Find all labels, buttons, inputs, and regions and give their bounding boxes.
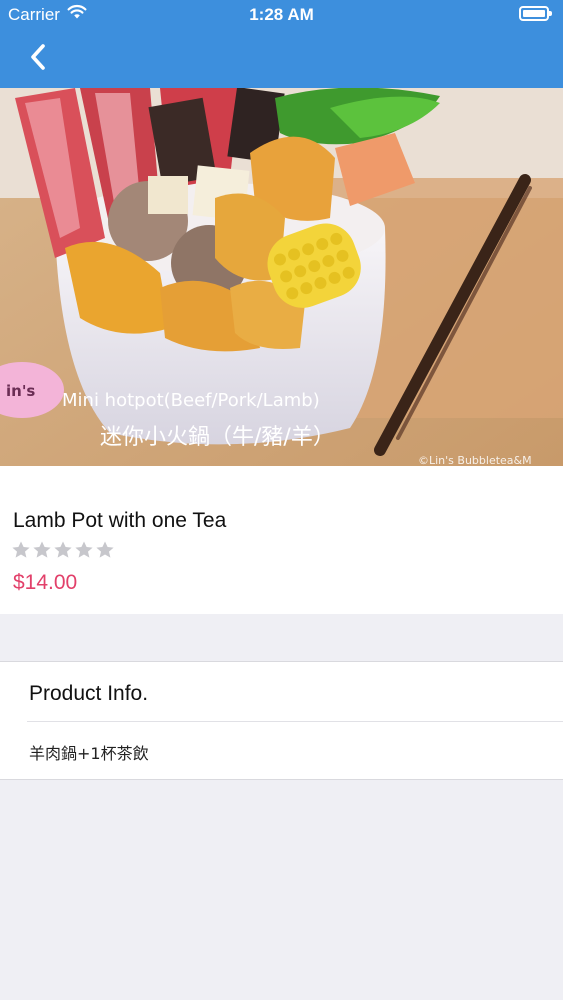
hero-badge: in's <box>6 382 35 400</box>
battery-icon <box>519 6 552 21</box>
hero-caption-zh: 迷你小火鍋（牛/豬/羊） <box>100 425 335 450</box>
product-description: 羊肉鍋+1杯茶飲 <box>29 744 149 763</box>
back-button[interactable] <box>20 40 56 74</box>
star-icon <box>75 541 93 558</box>
star-icon <box>96 541 114 558</box>
status-bar: Carrier 1:28 AM <box>0 0 563 28</box>
star-rating <box>11 540 115 560</box>
product-image: in's Mini hotpot(Beef/Pork/Lamb) 迷你小火鍋（牛… <box>0 88 563 466</box>
product-info-title: Product Info. <box>29 682 149 705</box>
star-icon <box>54 541 72 558</box>
status-time: 1:28 AM <box>249 5 314 24</box>
hero-caption-en: Mini hotpot(Beef/Pork/Lamb) <box>62 390 320 411</box>
star-icon <box>12 541 30 558</box>
star-icon <box>33 541 51 558</box>
product-price: $14.00 <box>13 571 78 594</box>
divider <box>27 721 563 722</box>
product-info-card: Product Info. 羊肉鍋+1杯茶飲 <box>0 661 563 780</box>
hero-watermark: ©Lin's Bubbletea&M <box>418 454 532 466</box>
chevron-left-icon <box>31 44 45 70</box>
product-name: Lamb Pot with one Tea <box>13 509 227 532</box>
navigation-bar: Carrier 1:28 AM <box>0 0 563 88</box>
